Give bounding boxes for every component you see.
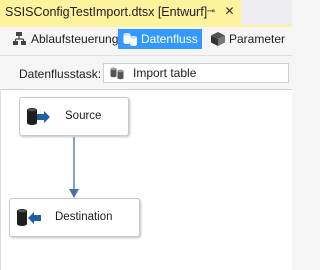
source-label: Source xyxy=(65,110,102,122)
designer-tab-strip: Ablaufsteuerung Datenfluss Parameter xyxy=(0,27,292,51)
tab-label: Parameter xyxy=(229,32,286,46)
tab-strip-background xyxy=(241,0,292,25)
data-flow-canvas[interactable]: Source Destination xyxy=(0,89,292,270)
close-icon[interactable]: ✕ xyxy=(223,5,236,18)
task-bar: Datenflusstask: Import table xyxy=(0,55,292,88)
tab-ablaufsteuerung[interactable]: Ablaufsteuerung xyxy=(8,29,122,49)
data-flow-task-icon xyxy=(110,67,124,80)
tab-label: Datenfluss xyxy=(141,32,198,46)
destination-component[interactable]: Destination xyxy=(9,198,140,237)
destination-label: Destination xyxy=(55,211,113,223)
task-select-dropdown[interactable]: Import table xyxy=(103,63,289,83)
tab-label: Ablaufsteuerung xyxy=(31,32,119,46)
document-tab[interactable]: SSISConfigTestImport.dtsx [Entwurf] ⊸ ✕ xyxy=(0,0,241,25)
document-tab-title: SSISConfigTestImport.dtsx [Entwurf] xyxy=(5,4,208,19)
source-icon xyxy=(27,108,50,125)
data-flow-icon xyxy=(123,33,137,46)
data-path-connector[interactable] xyxy=(67,137,81,200)
tab-parameter[interactable]: Parameter xyxy=(206,29,289,49)
parameter-icon xyxy=(211,32,225,46)
task-label: Datenflusstask: xyxy=(19,67,102,81)
control-flow-icon xyxy=(13,32,26,45)
pin-icon[interactable]: ⊸ xyxy=(205,6,217,18)
source-component[interactable]: Source xyxy=(19,97,129,136)
tab-datenfluss[interactable]: Datenfluss xyxy=(118,29,202,49)
task-select-value: Import table xyxy=(133,66,197,80)
destination-icon xyxy=(17,209,41,226)
